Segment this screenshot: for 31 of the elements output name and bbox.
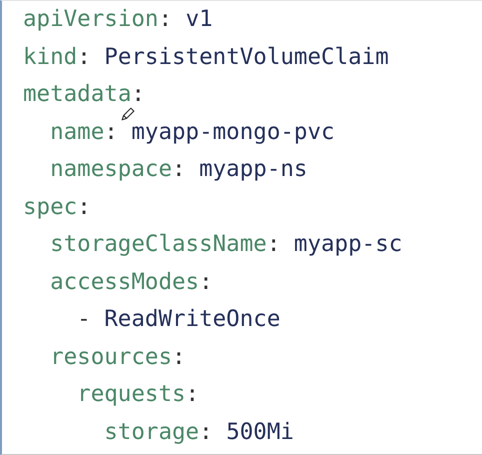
yaml-key: namespace	[50, 158, 172, 180]
yaml-key: accessModes	[50, 270, 200, 293]
colon: :	[158, 6, 172, 32]
colon: :	[199, 418, 213, 444]
yaml-key: storage	[104, 420, 200, 443]
yaml-value: 500Mi	[226, 420, 294, 443]
yaml-value: myapp-mongo-pvc	[131, 120, 335, 143]
colon: :	[77, 194, 91, 220]
colon: :	[131, 81, 145, 107]
list-dash: -	[77, 306, 91, 332]
colon: :	[199, 268, 213, 294]
colon: :	[77, 44, 91, 70]
colon: :	[172, 156, 186, 182]
yaml-value: ReadWriteOnce	[104, 306, 280, 332]
yaml-key: storageClassName	[50, 233, 267, 256]
yaml-key: name	[50, 120, 104, 143]
yaml-key: resources	[50, 346, 172, 368]
colon: :	[104, 118, 118, 144]
yaml-value: myapp-sc	[294, 233, 402, 256]
yaml-key: requests	[77, 383, 186, 406]
yaml-key: spec	[23, 196, 78, 218]
yaml-value: PersistentVolumeClaim	[104, 46, 389, 68]
colon: :	[266, 231, 280, 257]
yaml-value: v1	[186, 8, 213, 30]
pen-cursor-icon	[120, 106, 136, 122]
colon: :	[172, 344, 186, 370]
yaml-key: apiVersion	[23, 8, 158, 30]
colon: :	[186, 381, 200, 407]
yaml-key: kind	[23, 46, 78, 68]
yaml-value: myapp-ns	[199, 158, 308, 180]
yaml-key: metadata	[23, 83, 132, 106]
